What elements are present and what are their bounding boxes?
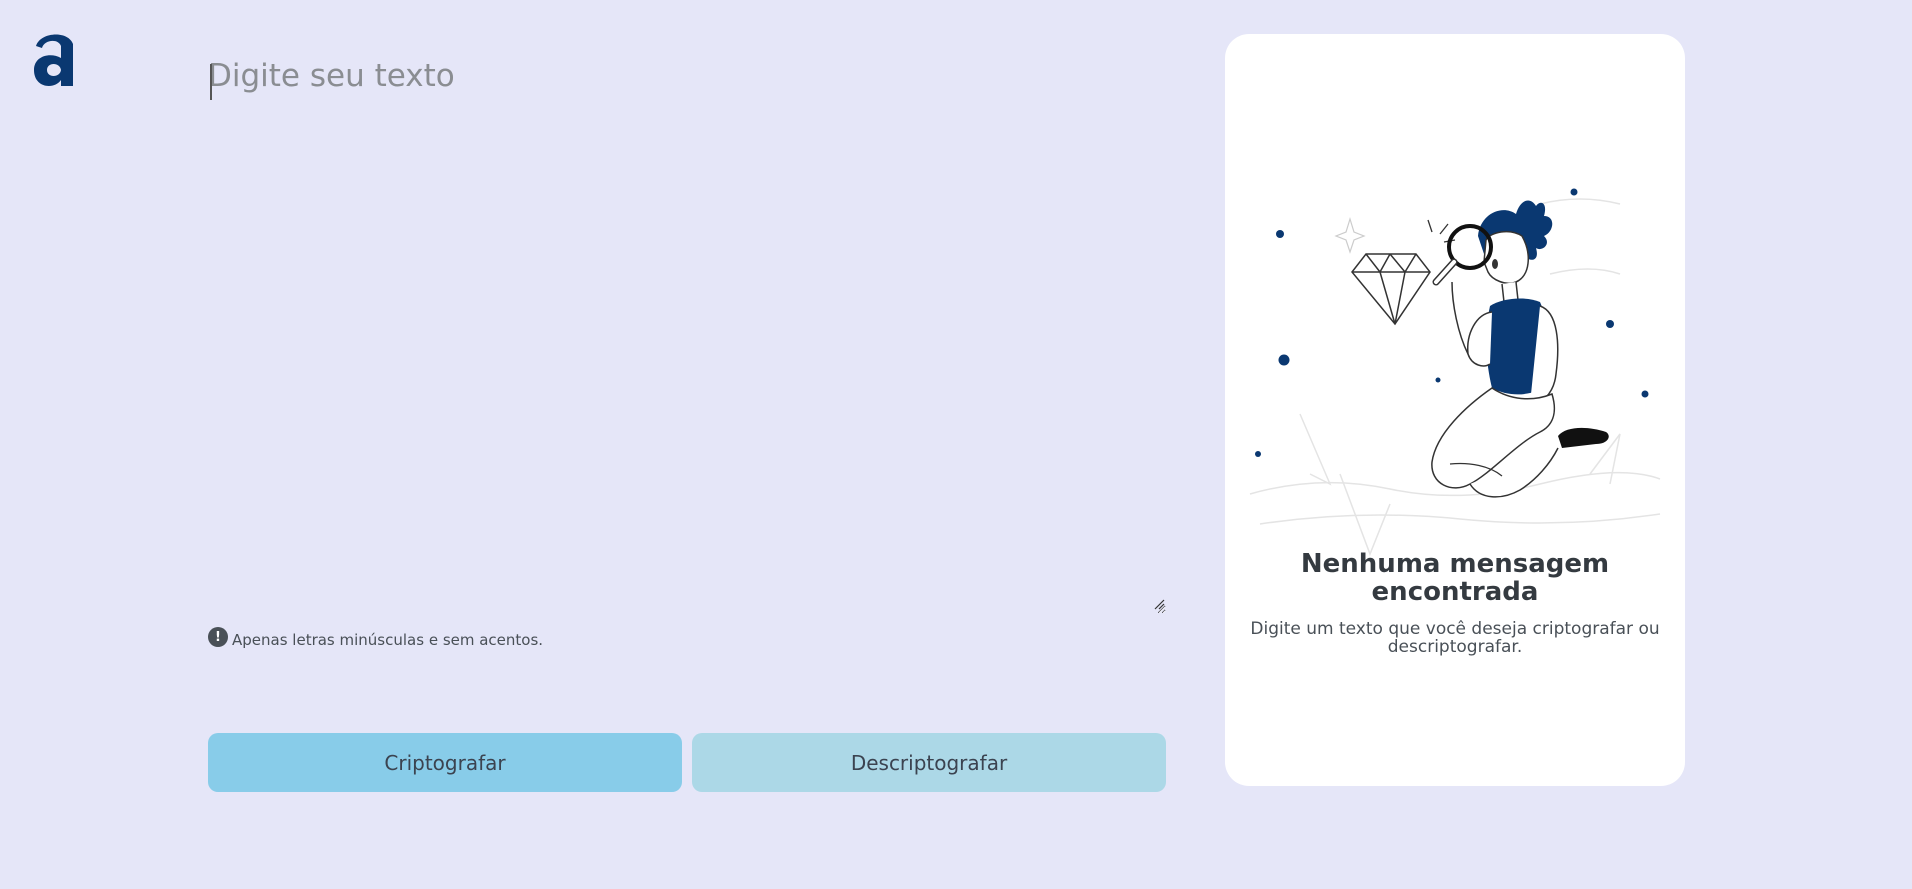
- exclamation-circle-icon: !: [208, 627, 228, 647]
- input-hint: ! Apenas letras minúsculas e sem acentos…: [208, 627, 544, 649]
- resize-handle-icon[interactable]: [1154, 599, 1165, 610]
- decrypt-button[interactable]: Descriptografar: [692, 733, 1166, 792]
- panel-description: Digite um texto que você deseja criptogr…: [1250, 619, 1660, 657]
- text-caret: [210, 64, 212, 100]
- alura-logo-icon: [34, 34, 73, 86]
- output-panel: Nenhuma mensagem encontrada Digite um te…: [1225, 34, 1685, 786]
- person-magnifying-glass-illustration: [1249, 188, 1661, 557]
- panel-title: Nenhuma mensagem encontrada: [1300, 549, 1610, 607]
- text-input[interactable]: [208, 58, 1166, 614]
- encrypt-button[interactable]: Criptografar: [208, 733, 682, 792]
- hint-text: Apenas letras minúsculas e sem acentos.: [232, 631, 544, 649]
